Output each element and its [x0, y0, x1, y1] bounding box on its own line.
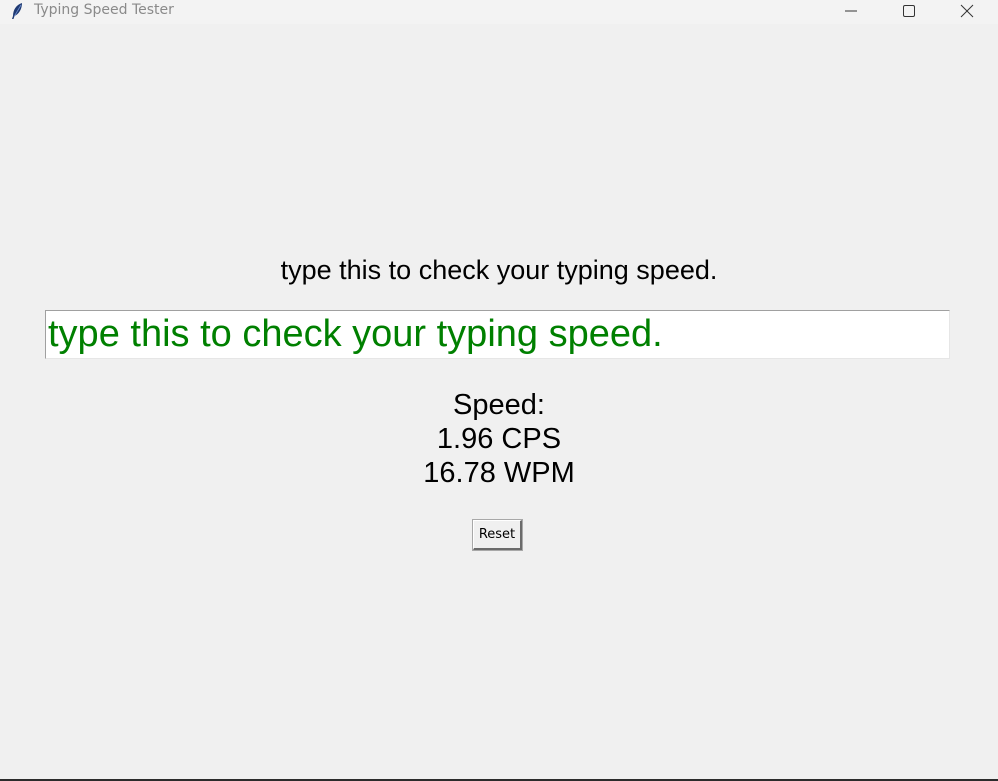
- close-icon: [960, 4, 974, 18]
- reset-button[interactable]: Reset: [472, 519, 523, 551]
- cps-value: 1.96 CPS: [436, 423, 562, 455]
- app-window: Typing Speed Tester type this to check y…: [0, 0, 998, 781]
- close-button[interactable]: [938, 0, 996, 22]
- wpm-value: 16.78 WPM: [423, 457, 575, 489]
- maximize-icon: [903, 5, 915, 17]
- title-bar[interactable]: Typing Speed Tester: [0, 0, 998, 24]
- speed-results: Speed: 1.96 CPS 16.78 WPM: [0, 388, 998, 490]
- feather-icon: [10, 2, 24, 20]
- window-title: Typing Speed Tester: [34, 2, 174, 18]
- sample-text-label: type this to check your typing speed.: [280, 255, 718, 285]
- typing-input[interactable]: type this to check your typing speed.: [45, 310, 950, 359]
- speed-heading: Speed:: [453, 389, 545, 421]
- maximize-button[interactable]: [880, 0, 938, 22]
- minimize-icon: [845, 10, 857, 12]
- minimize-button[interactable]: [822, 0, 880, 22]
